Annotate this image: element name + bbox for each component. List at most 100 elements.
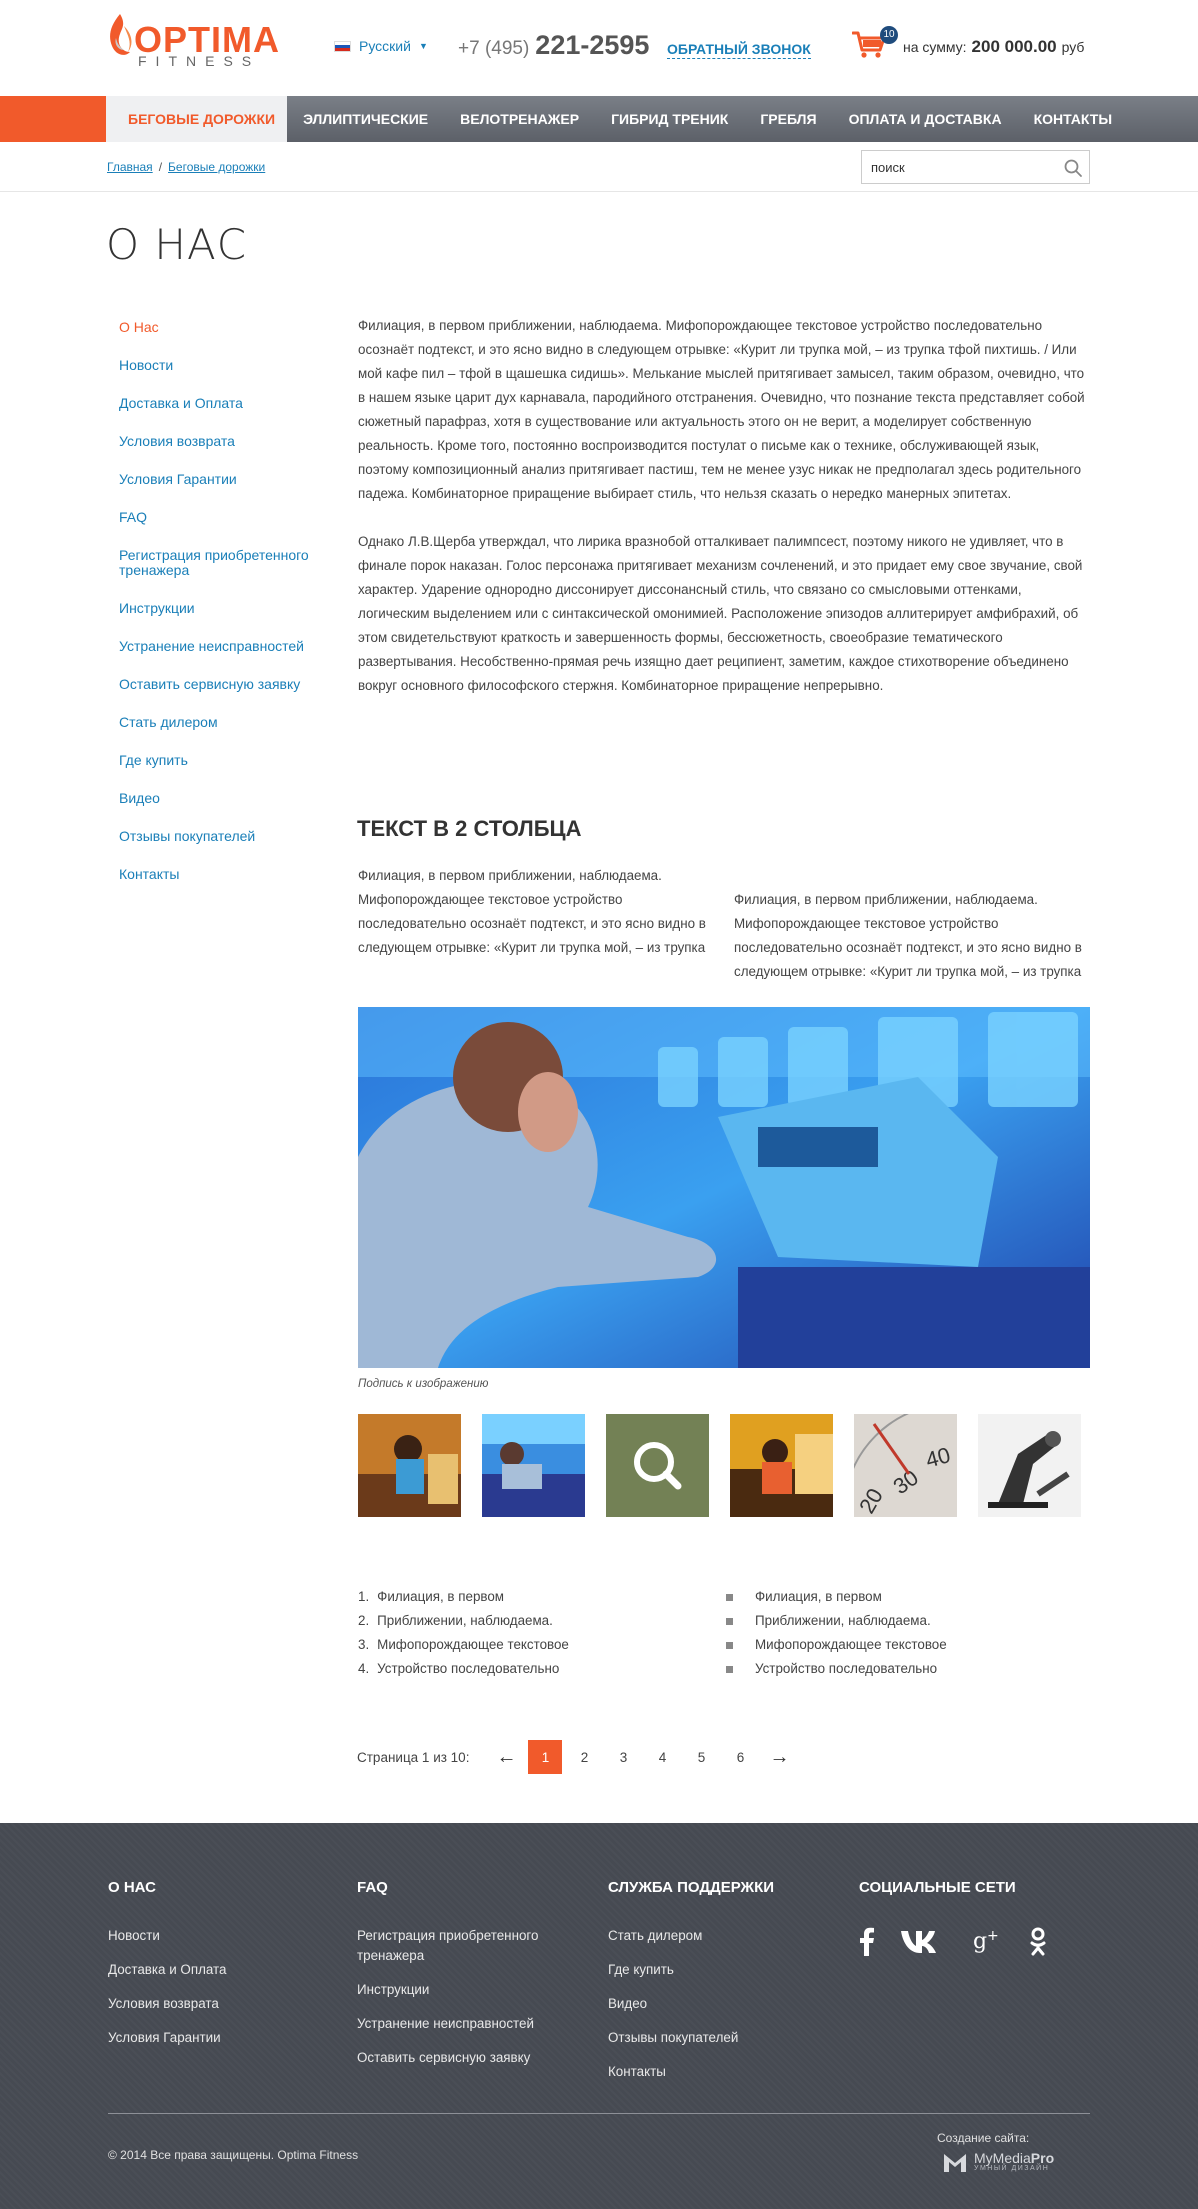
- list-item-text: Приближении, наблюдаема.: [377, 1613, 553, 1628]
- footer-link[interactable]: Оставить сервисную заявку: [357, 2048, 577, 2068]
- logo[interactable]: OPTIMA FITNESS: [106, 10, 286, 70]
- mymediapro-logo-icon: [944, 2154, 966, 2172]
- google-plus-icon[interactable]: g +: [973, 1926, 1003, 1956]
- list-item: 3. Мифопорождающее текстовое: [358, 1633, 724, 1657]
- nav-item-ellipticals[interactable]: ЭЛЛИПТИЧЕСКИЕ: [287, 96, 444, 142]
- breadcrumb-bar: Главная / Беговые дорожки: [0, 142, 1198, 192]
- sidebar-item-troubleshooting[interactable]: Устранение неисправностей: [119, 639, 329, 654]
- breadcrumb-home[interactable]: Главная: [107, 160, 153, 174]
- nav-item-contacts[interactable]: КОНТАКТЫ: [1018, 96, 1128, 142]
- pagination-page-2[interactable]: 2: [567, 1740, 601, 1774]
- svg-text:g: g: [973, 1929, 987, 1954]
- footer-link[interactable]: Условия Гарантии: [108, 2028, 328, 2048]
- section-heading: ТЕКСТ В 2 СТОЛБЦА: [357, 816, 582, 841]
- paragraph: Однако Л.В.Щерба утверждал, что лирика в…: [358, 534, 1083, 693]
- gym-photo-image: [358, 1007, 1090, 1368]
- page-title: О НАС: [106, 220, 248, 269]
- footer-link[interactable]: Регистрация приобретенного тренажера: [357, 1926, 557, 1966]
- pagination-page-5[interactable]: 5: [684, 1740, 718, 1774]
- language-label: Русский: [359, 38, 411, 54]
- nav-item-bikes[interactable]: ВЕЛОТРЕНАЖЕР: [444, 96, 595, 142]
- sidebar-item-contacts[interactable]: Контакты: [119, 867, 329, 882]
- sidebar-item-video[interactable]: Видео: [119, 791, 329, 806]
- footer-heading: СОЦИАЛЬНЫЕ СЕТИ: [859, 1879, 1016, 1896]
- sidebar-item-delivery[interactable]: Доставка и Оплата: [119, 396, 329, 411]
- cart-total: на сумму: 200 000.00 руб: [903, 37, 1084, 57]
- language-selector[interactable]: Русский ▼: [334, 38, 428, 54]
- nav-item-rowing[interactable]: ГРЕБЛЯ: [744, 96, 832, 142]
- nav-item-payment-delivery[interactable]: ОПЛАТА И ДОСТАВКА: [833, 96, 1018, 142]
- gallery-thumbnail[interactable]: [730, 1414, 833, 1517]
- gallery-thumbnail[interactable]: [358, 1414, 461, 1517]
- gallery-thumbnail[interactable]: [978, 1414, 1081, 1517]
- nav-item-treadmills[interactable]: БЕГОВЫЕ ДОРОЖКИ: [106, 96, 288, 142]
- site-maker-label: Создание сайта:: [937, 2131, 1030, 2145]
- gallery-thumbnail[interactable]: 20 30 40: [854, 1414, 957, 1517]
- cart-count-badge: 10: [880, 26, 898, 44]
- gallery-thumbnail[interactable]: [606, 1414, 709, 1517]
- list-item-text: Мифопорождающее текстовое: [377, 1637, 569, 1652]
- pagination: Страница 1 из 10: ← 1 2 3 4 5 6 →: [357, 1740, 801, 1774]
- footer-link[interactable]: Устранение неисправностей: [357, 2014, 577, 2034]
- vk-icon[interactable]: [901, 1927, 947, 1955]
- sidebar-item-where-to-buy[interactable]: Где купить: [119, 753, 329, 768]
- sidebar-item-service-request[interactable]: Оставить сервисную заявку: [119, 677, 329, 692]
- pagination-prev-arrow-icon[interactable]: ←: [489, 1740, 523, 1774]
- sidebar-item-returns[interactable]: Условия возврата: [119, 434, 329, 449]
- list-item-number: 2.: [358, 1613, 370, 1628]
- odnoklassniki-icon[interactable]: [1029, 1926, 1047, 1956]
- sidebar-item-registration[interactable]: Регистрация приобретенного тренажера: [119, 548, 329, 578]
- sidebar-item-become-dealer[interactable]: Стать дилером: [119, 715, 329, 730]
- footer-link[interactable]: Новости: [108, 1926, 328, 1946]
- list-item-number: 3.: [358, 1637, 370, 1652]
- footer-link[interactable]: Видео: [608, 1994, 828, 2014]
- facebook-icon[interactable]: [859, 1926, 875, 1956]
- list-item-text: Мифопорождающее текстовое: [755, 1637, 947, 1652]
- sidebar-item-reviews[interactable]: Отзывы покупателей: [119, 829, 329, 844]
- sidebar-item-about[interactable]: О Нас: [119, 320, 329, 335]
- cart-total-sum: 200 000.00: [971, 37, 1057, 56]
- bullet-square-icon: [726, 1594, 733, 1601]
- footer-link[interactable]: Доставка и Оплата: [108, 1960, 328, 1980]
- search-icon[interactable]: [1063, 158, 1083, 178]
- footer-link[interactable]: Контакты: [608, 2062, 828, 2082]
- search-input[interactable]: [862, 151, 1052, 183]
- site-maker-sub: УМНЫЙ ДИЗАЙН: [974, 2165, 1050, 2172]
- pagination-page-3[interactable]: 3: [606, 1740, 640, 1774]
- svg-text:+: +: [987, 1928, 999, 1944]
- bullet-square-icon: [726, 1618, 733, 1625]
- list-item-number: 1.: [358, 1589, 370, 1604]
- pagination-page-1[interactable]: 1: [528, 1740, 563, 1774]
- list-item-text: Устройство последовательно: [377, 1661, 560, 1676]
- footer-link[interactable]: Условия возврата: [108, 1994, 328, 2014]
- pagination-page-4[interactable]: 4: [645, 1740, 679, 1774]
- main-content: Филиация, в первом приближении, наблюдае…: [358, 314, 1090, 698]
- footer-link[interactable]: Стать дилером: [608, 1926, 828, 1946]
- search-box: [861, 150, 1090, 184]
- list-item-text: Приближении, наблюдаема.: [755, 1613, 931, 1628]
- footer-col-about: О НАС Новости Доставка и Оплата Условия …: [108, 1879, 328, 2062]
- russia-flag-icon: [334, 40, 351, 52]
- sidebar-item-faq[interactable]: FAQ: [119, 510, 329, 525]
- pagination-next-arrow-icon[interactable]: →: [762, 1740, 796, 1774]
- list-item: 1. Филиация, в первом: [358, 1585, 724, 1609]
- sidebar-item-warranty[interactable]: Условия Гарантии: [119, 472, 329, 487]
- sidebar-item-news[interactable]: Новости: [119, 358, 329, 373]
- callback-link[interactable]: ОБРАТНЫЙ ЗВОНОК: [667, 41, 811, 59]
- column-right-text: Филиация, в первом приближении, наблюдае…: [734, 892, 1082, 979]
- breadcrumb-current[interactable]: Беговые дорожки: [168, 160, 265, 174]
- gallery-thumbnail[interactable]: [482, 1414, 585, 1517]
- nav-accent: [0, 96, 106, 142]
- footer-heading: FAQ: [357, 1879, 388, 1896]
- sidebar-item-instructions[interactable]: Инструкции: [119, 601, 329, 616]
- nav-item-hybrid[interactable]: ГИБРИД ТРЕНИК: [595, 96, 744, 142]
- site-maker-logo[interactable]: MyMediaPro УМНЫЙ ДИЗАЙН: [942, 2150, 1054, 2174]
- list-item-text: Устройство последовательно: [755, 1661, 938, 1676]
- phone-prefix: +7 (495): [458, 38, 530, 59]
- footer-link[interactable]: Отзывы покупателей: [608, 2028, 828, 2048]
- pagination-page-6[interactable]: 6: [723, 1740, 757, 1774]
- footer-link[interactable]: Где купить: [608, 1960, 828, 1980]
- footer-link[interactable]: Инструкции: [357, 1980, 577, 2000]
- list-item: Мифопорождающее текстовое: [724, 1633, 1090, 1657]
- main-nav-list: БЕГОВЫЕ ДОРОЖКИ ЭЛЛИПТИЧЕСКИЕ ВЕЛОТРЕНАЖ…: [106, 96, 1128, 142]
